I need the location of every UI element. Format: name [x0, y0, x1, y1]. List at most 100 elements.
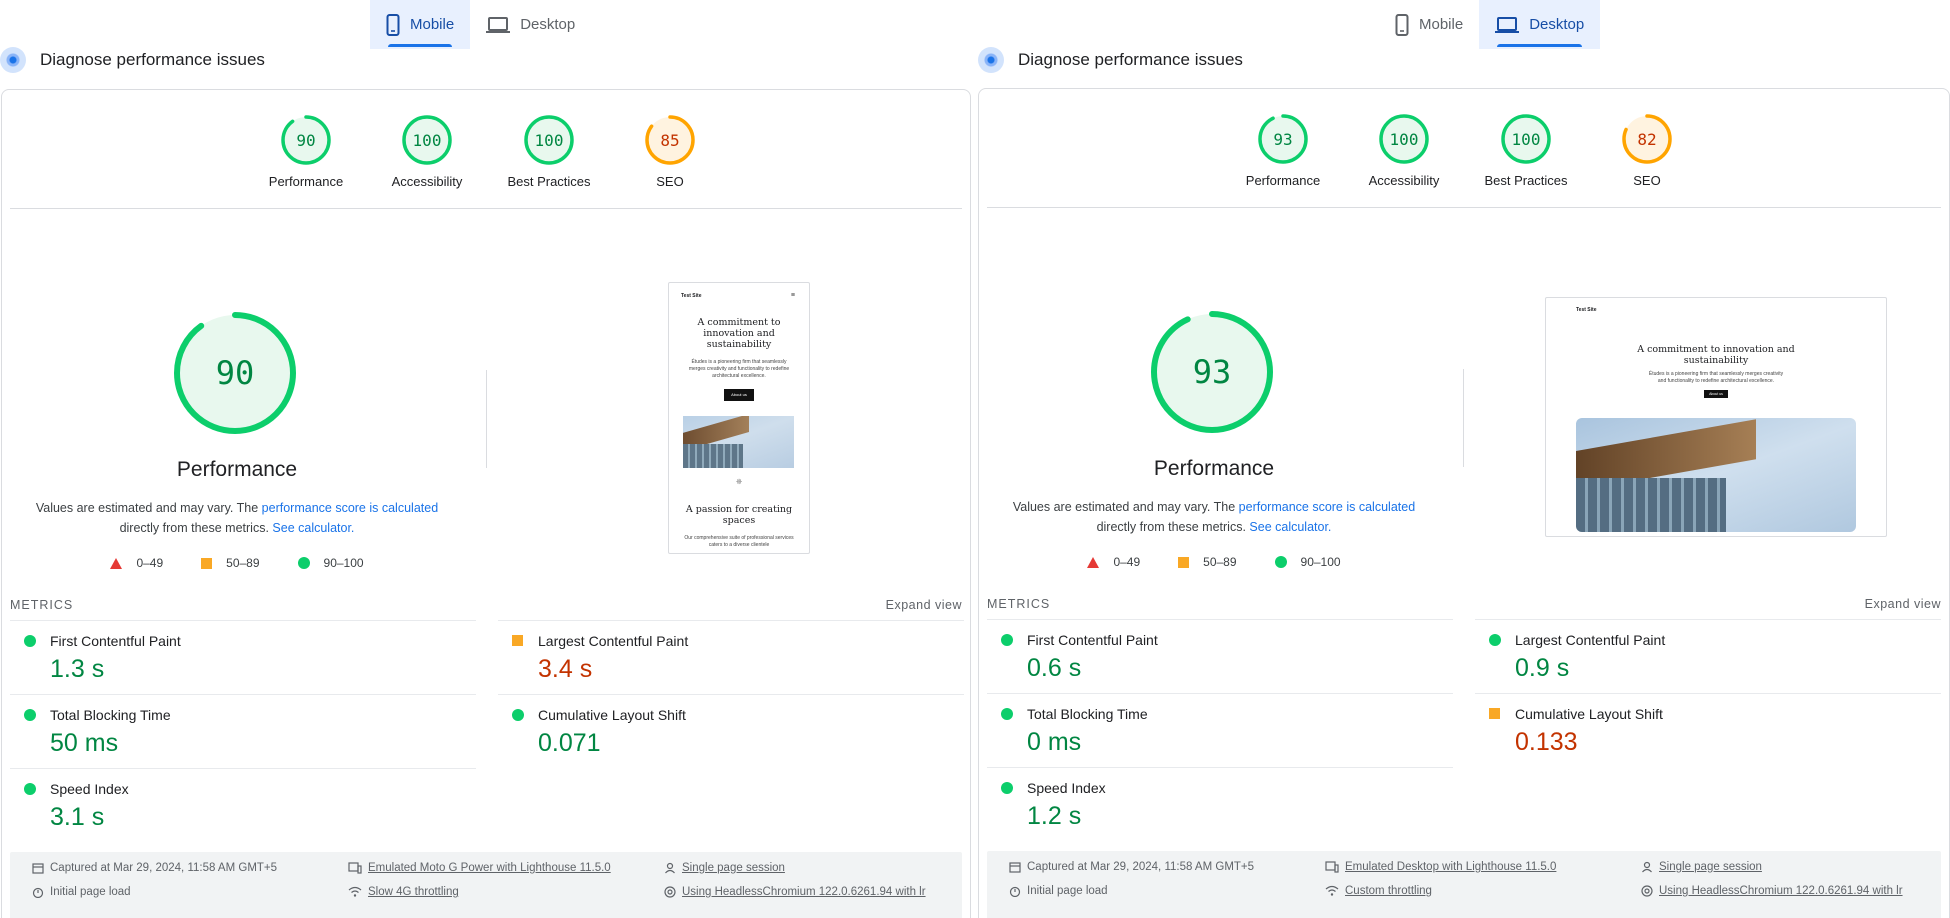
fail-triangle-icon	[110, 557, 123, 569]
page-screenshot: Test Site ≡ A commitment to innovation a…	[668, 282, 810, 554]
see-calculator-link[interactable]: See calculator.	[1249, 520, 1331, 534]
pass-circle-icon	[1001, 634, 1013, 646]
browser-item[interactable]: Using HeadlessChromium 122.0.6261.94 wit…	[664, 886, 926, 898]
pass-circle-icon	[24, 635, 36, 647]
pass-circle-icon	[297, 557, 310, 569]
metric-value: 3.4 s	[538, 655, 593, 683]
gauge-seo[interactable]: 85 SEO	[615, 114, 725, 189]
gauge-score: 93	[1273, 130, 1292, 149]
runtime-settings: Captured at Mar 29, 2024, 11:58 AM GMT+5…	[987, 851, 1941, 918]
gauge-performance[interactable]: 90 Performance	[251, 114, 361, 189]
site-button: About us	[724, 389, 754, 401]
session-item[interactable]: Single page session	[1641, 861, 1762, 873]
gauge-label: Performance	[268, 174, 344, 189]
gauge-label: Best Practices	[507, 174, 591, 189]
average-square-icon	[1178, 556, 1190, 568]
performance-description: Values are estimated and may vary. The p…	[32, 498, 442, 538]
gauge-best-practices[interactable]: 100 Best Practices	[494, 114, 604, 189]
load-item: Initial page load	[1009, 885, 1108, 897]
throttle-item[interactable]: Custom throttling	[1325, 885, 1432, 897]
gauge-seo[interactable]: 82 SEO	[1592, 113, 1702, 188]
site-heading: A commitment to innovation and sustainab…	[697, 317, 781, 350]
average-square-icon	[1489, 708, 1500, 719]
device-tabs: Mobile Desktop	[370, 0, 591, 49]
performance-title: Performance	[176, 458, 298, 481]
gauge-label: Best Practices	[1484, 173, 1568, 188]
browser-item[interactable]: Using HeadlessChromium 122.0.6261.94 wit…	[1641, 885, 1903, 897]
expand-view-button[interactable]: Expand view	[886, 598, 962, 612]
gauge-score: 100	[1390, 130, 1419, 149]
metric-value: 3.1 s	[50, 803, 105, 831]
category-gauges: 93 Performance 100 Accessibility 100 Bes…	[979, 113, 1949, 193]
big-score: 90	[216, 354, 255, 392]
metric-value: 0.6 s	[1027, 654, 1082, 682]
tab-desktop[interactable]: Desktop	[470, 0, 591, 49]
section-title: Diagnose performance issues	[1018, 50, 1243, 69]
score-calc-link[interactable]: performance score is calculated	[262, 501, 438, 515]
throttle-text: Slow 4G throttling	[368, 886, 459, 898]
gauge-score: 100	[535, 131, 564, 150]
performance-title: Performance	[1153, 457, 1275, 480]
metric-name: Cumulative Layout Shift	[538, 707, 686, 723]
gauge-score: 100	[413, 131, 442, 150]
tab-mobile[interactable]: Mobile	[370, 0, 471, 49]
metric-name: Speed Index	[50, 781, 129, 797]
gauge-score: 90	[296, 131, 315, 150]
section-title: Diagnose performance issues	[40, 50, 265, 69]
browser-text: Using HeadlessChromium 122.0.6261.94 wit…	[682, 886, 926, 898]
average-square-icon	[512, 635, 523, 646]
site-button: About us	[1704, 390, 1728, 398]
desktop-report-panel: Mobile Desktop Diagnose performance issu…	[978, 0, 1950, 918]
divider	[10, 208, 962, 209]
gauge-best-practices[interactable]: 100 Best Practices	[1471, 113, 1581, 188]
category-gauges: 90 Performance 100 Accessibility 100 Bes…	[2, 114, 970, 194]
load-item: Initial page load	[32, 886, 131, 898]
metric-value: 1.2 s	[1027, 802, 1082, 830]
calendar-icon	[1009, 862, 1021, 873]
chrome-icon	[1641, 885, 1653, 897]
desc-text2: directly from these metrics.	[1096, 520, 1246, 534]
pass-circle-icon	[1001, 782, 1013, 794]
gauge-accessibility[interactable]: 100 Accessibility	[372, 114, 482, 189]
timer-icon	[1009, 886, 1021, 897]
throttle-item[interactable]: Slow 4G throttling	[348, 886, 459, 898]
session-text: Single page session	[1659, 861, 1762, 873]
desc-text2: directly from these metrics.	[119, 521, 269, 535]
phone-icon	[386, 13, 400, 36]
metric-lcp: Largest Contentful Paint 3.4 s	[498, 620, 964, 695]
gauge-label: Accessibility	[1368, 173, 1440, 188]
lighthouse-pulse-icon	[0, 47, 26, 73]
devices-icon	[1325, 861, 1339, 873]
load-text: Initial page load	[1027, 885, 1108, 897]
desc-text: Values are estimated and may vary. The	[1012, 500, 1236, 514]
score-calc-link[interactable]: performance score is calculated	[1239, 500, 1415, 514]
gauge-accessibility[interactable]: 100 Accessibility	[1349, 113, 1459, 188]
site-body-2: Our comprehensive suite of professional …	[684, 535, 794, 548]
performance-big-gauge: 90	[174, 312, 296, 434]
expand-view-button[interactable]: Expand view	[1865, 597, 1941, 611]
pass-circle-icon	[24, 783, 36, 795]
device-item[interactable]: Emulated Moto G Power with Lighthouse 11…	[348, 862, 611, 874]
legend-pass: 90–100	[1300, 555, 1341, 569]
see-calculator-link[interactable]: See calculator.	[272, 521, 354, 535]
throttle-text: Custom throttling	[1345, 885, 1432, 897]
captured-item: Captured at Mar 29, 2024, 11:58 AM GMT+5	[1009, 861, 1254, 873]
gauge-score: 100	[1512, 130, 1541, 149]
device-item[interactable]: Emulated Desktop with Lighthouse 11.5.0	[1325, 861, 1556, 873]
mobile-report-panel: Mobile Desktop Diagnose performance issu…	[0, 0, 975, 918]
metric-value: 0.133	[1515, 728, 1578, 756]
fail-triangle-icon	[1087, 556, 1100, 568]
site-body: Études is a pioneering firm that seamles…	[688, 359, 790, 379]
metric-name: Largest Contentful Paint	[1515, 632, 1666, 648]
pass-circle-icon	[24, 709, 36, 721]
tab-mobile[interactable]: Mobile	[1379, 0, 1479, 49]
metrics-label: METRICS	[10, 598, 74, 612]
desc-text: Values are estimated and may vary. The	[35, 501, 259, 515]
gauge-performance[interactable]: 93 Performance	[1228, 113, 1338, 188]
gauge-label: SEO	[1633, 173, 1661, 188]
session-item[interactable]: Single page session	[664, 862, 785, 874]
tab-desktop[interactable]: Desktop	[1479, 0, 1601, 49]
site-hero-image	[683, 416, 794, 468]
pass-circle-icon	[512, 709, 524, 721]
pass-circle-icon	[1489, 634, 1501, 646]
